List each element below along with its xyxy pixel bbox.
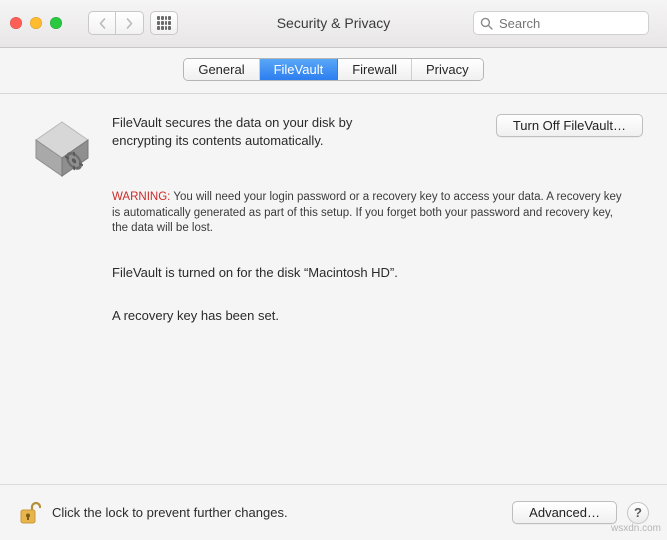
lock-button[interactable] [18, 500, 42, 526]
tab-filevault[interactable]: FileVault [260, 59, 339, 80]
segmented-control: General FileVault Firewall Privacy [183, 58, 483, 81]
search-input[interactable] [497, 15, 642, 32]
tab-general[interactable]: General [184, 59, 259, 80]
footer-bar: Click the lock to prevent further change… [0, 484, 667, 540]
turn-off-filevault-button[interactable]: Turn Off FileVault… [496, 114, 643, 137]
help-button[interactable]: ? [627, 502, 649, 524]
advanced-button[interactable]: Advanced… [512, 501, 617, 524]
recovery-key-status: A recovery key has been set. [112, 308, 643, 323]
unlocked-lock-icon [19, 501, 41, 525]
content-pane: FileVault secures the data on your disk … [0, 94, 667, 484]
filevault-safe-icon [30, 116, 94, 180]
tab-strip: General FileVault Firewall Privacy [0, 48, 667, 94]
search-icon [480, 17, 493, 30]
titlebar: Security & Privacy [0, 0, 667, 48]
filevault-warning: WARNING: You will need your login passwo… [112, 190, 622, 237]
warning-label: WARNING: [112, 191, 170, 203]
watermark: wsxdn.com [611, 523, 661, 534]
search-field[interactable] [473, 11, 649, 35]
tab-firewall[interactable]: Firewall [338, 59, 412, 80]
tab-privacy[interactable]: Privacy [412, 59, 483, 80]
filevault-status: FileVault is turned on for the disk “Mac… [112, 265, 643, 280]
filevault-description: FileVault secures the data on your disk … [112, 114, 402, 149]
warning-text: You will need your login password or a r… [112, 191, 622, 234]
lock-description: Click the lock to prevent further change… [52, 505, 288, 520]
